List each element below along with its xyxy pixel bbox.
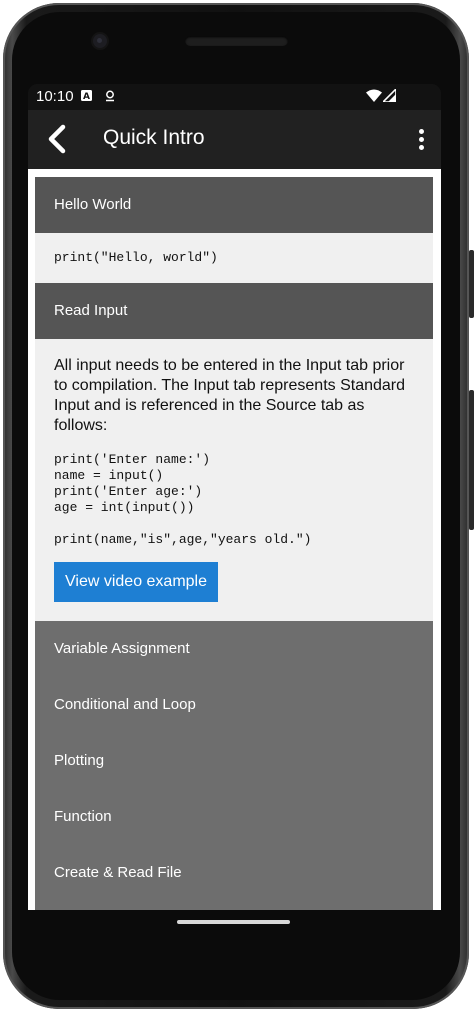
section-title: Hello World <box>54 196 132 213</box>
status-time: 10:10 <box>36 88 74 105</box>
back-button[interactable] <box>46 124 68 154</box>
code-snippet: print("Hello, world") <box>54 250 218 265</box>
section-header-next-partial[interactable] <box>35 901 433 910</box>
notification-a-icon: A <box>81 90 92 104</box>
section-title: Function <box>54 808 112 825</box>
section-title: Plotting <box>54 752 105 769</box>
section-title: Conditional and Loop <box>54 696 196 713</box>
volume-button <box>469 390 474 530</box>
power-button <box>469 250 474 318</box>
section-header-plotting[interactable]: Plotting <box>35 733 433 789</box>
svg-text:A: A <box>83 92 90 101</box>
accordion-list: Hello World print("Hello, world") Read I… <box>35 177 433 910</box>
view-video-button[interactable]: View video example <box>54 562 219 602</box>
section-header-conditional-and-loop[interactable]: Conditional and Loop <box>35 677 433 733</box>
content-area: Hello World print("Hello, world") Read I… <box>28 169 441 910</box>
chevron-left-icon <box>48 124 66 154</box>
section-title: Read Input <box>54 302 128 319</box>
section-header-variable-assignment[interactable]: Variable Assignment <box>35 621 433 677</box>
overflow-menu-button[interactable] <box>419 129 425 151</box>
page-title: Quick Intro <box>103 126 205 149</box>
location-icon <box>105 90 115 105</box>
section-panel-hello-world: print("Hello, world") <box>35 233 433 283</box>
status-bar: 10:10 A <box>28 84 441 110</box>
phone-frame: 10:10 A Quick Intro Hello World print("H… <box>0 0 474 1015</box>
signal-icon <box>381 87 397 105</box>
section-header-function[interactable]: Function <box>35 789 433 845</box>
front-camera <box>93 34 107 48</box>
earpiece-speaker <box>185 36 288 46</box>
section-title: Create & Read File <box>54 864 182 881</box>
screen: 10:10 A Quick Intro Hello World print("H… <box>28 84 441 910</box>
collapsed-sections: Variable Assignment Conditional and Loop… <box>35 621 433 910</box>
section-panel-read-input: All input needs to be entered in the Inp… <box>35 339 433 621</box>
section-header-create-read-file[interactable]: Create & Read File <box>35 845 433 901</box>
code-snippet: print('Enter name:') name = input() prin… <box>54 452 312 547</box>
wifi-icon <box>366 89 382 105</box>
app-bar: Quick Intro <box>28 110 441 169</box>
section-header-hello-world[interactable]: Hello World <box>35 177 433 233</box>
home-indicator[interactable] <box>177 920 290 924</box>
more-vertical-icon <box>419 129 424 134</box>
section-title: Variable Assignment <box>54 640 190 657</box>
section-header-read-input[interactable]: Read Input <box>35 283 433 339</box>
section-description: All input needs to be entered in the Inp… <box>54 357 406 434</box>
